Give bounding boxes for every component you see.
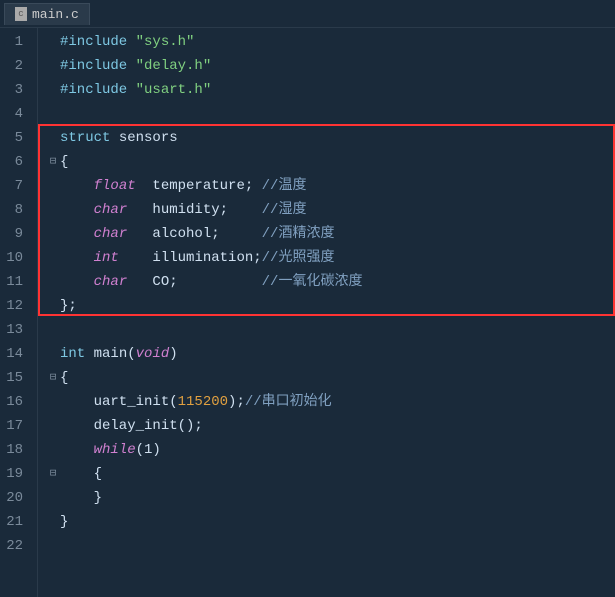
line-number-20: 20 bbox=[0, 486, 29, 510]
code-text-14: int main(void) bbox=[60, 342, 178, 366]
fold-spacer-17 bbox=[46, 419, 60, 433]
code-line-8: char humidity; //湿度 bbox=[46, 198, 615, 222]
code-line-10: int illumination;//光照强度 bbox=[46, 246, 615, 270]
fold-spacer-14 bbox=[46, 347, 60, 361]
fold-spacer-2 bbox=[46, 59, 60, 73]
code-line-19: ⊟ { bbox=[46, 462, 615, 486]
fold-spacer-20 bbox=[46, 491, 60, 505]
code-content: #include "sys.h"#include "delay.h"#inclu… bbox=[38, 28, 615, 597]
tab-main-c[interactable]: c main.c bbox=[4, 3, 90, 25]
line-number-11: 11 bbox=[0, 270, 29, 294]
line-number-2: 2 bbox=[0, 54, 29, 78]
code-line-9: char alcohol; //酒精浓度 bbox=[46, 222, 615, 246]
code-line-11: char CO; //一氧化碳浓度 bbox=[46, 270, 615, 294]
code-text-5: struct sensors bbox=[60, 126, 178, 150]
fold-spacer-22 bbox=[46, 539, 60, 553]
line-number-15: 15 bbox=[0, 366, 29, 390]
code-text-2: #include "delay.h" bbox=[60, 54, 211, 78]
fold-spacer-18 bbox=[46, 443, 60, 457]
code-text-7: float temperature; //温度 bbox=[60, 174, 306, 198]
code-text-11: char CO; //一氧化碳浓度 bbox=[60, 270, 362, 294]
code-area: 12345678910111213141516171819202122 #inc… bbox=[0, 28, 615, 597]
code-line-3: #include "usart.h" bbox=[46, 78, 615, 102]
fold-spacer-12 bbox=[46, 299, 60, 313]
fold-spacer-8 bbox=[46, 203, 60, 217]
code-line-18: while(1) bbox=[46, 438, 615, 462]
editor: c main.c 1234567891011121314151617181920… bbox=[0, 0, 615, 597]
line-number-5: 5 bbox=[0, 126, 29, 150]
code-text-18: while(1) bbox=[60, 438, 161, 462]
code-text-9: char alcohol; //酒精浓度 bbox=[60, 222, 334, 246]
line-number-8: 8 bbox=[0, 198, 29, 222]
code-text-16: uart_init(115200);//串口初始化 bbox=[60, 390, 332, 414]
code-line-1: #include "sys.h" bbox=[46, 30, 615, 54]
fold-spacer-7 bbox=[46, 179, 60, 193]
fold-indicator-15[interactable]: ⊟ bbox=[46, 371, 60, 385]
code-line-14: int main(void) bbox=[46, 342, 615, 366]
fold-spacer-1 bbox=[46, 35, 60, 49]
line-number-19: 19 bbox=[0, 462, 29, 486]
file-icon: c bbox=[15, 7, 27, 21]
line-number-1: 1 bbox=[0, 30, 29, 54]
line-number-14: 14 bbox=[0, 342, 29, 366]
tab-bar: c main.c bbox=[0, 0, 615, 28]
code-text-12: }; bbox=[60, 294, 77, 318]
line-number-21: 21 bbox=[0, 510, 29, 534]
line-number-22: 22 bbox=[0, 534, 29, 558]
fold-spacer-3 bbox=[46, 83, 60, 97]
line-number-10: 10 bbox=[0, 246, 29, 270]
code-text-20: } bbox=[60, 486, 102, 510]
code-text-6: { bbox=[60, 150, 68, 174]
code-text-15: { bbox=[60, 366, 68, 390]
code-text-8: char humidity; //湿度 bbox=[60, 198, 306, 222]
tab-label: main.c bbox=[32, 7, 79, 22]
code-text-3: #include "usart.h" bbox=[60, 78, 211, 102]
code-line-20: } bbox=[46, 486, 615, 510]
line-number-18: 18 bbox=[0, 438, 29, 462]
fold-indicator-6[interactable]: ⊟ bbox=[46, 155, 60, 169]
code-line-6: ⊟{ bbox=[46, 150, 615, 174]
code-text-17: delay_init(); bbox=[60, 414, 203, 438]
line-number-9: 9 bbox=[0, 222, 29, 246]
code-text-10: int illumination;//光照强度 bbox=[60, 246, 334, 270]
fold-spacer-4 bbox=[46, 107, 60, 121]
line-number-13: 13 bbox=[0, 318, 29, 342]
code-line-7: float temperature; //温度 bbox=[46, 174, 615, 198]
fold-spacer-16 bbox=[46, 395, 60, 409]
line-number-4: 4 bbox=[0, 102, 29, 126]
fold-spacer-21 bbox=[46, 515, 60, 529]
line-number-17: 17 bbox=[0, 414, 29, 438]
fold-indicator-19[interactable]: ⊟ bbox=[46, 467, 60, 481]
line-number-6: 6 bbox=[0, 150, 29, 174]
code-line-13 bbox=[46, 318, 615, 342]
line-number-12: 12 bbox=[0, 294, 29, 318]
fold-spacer-13 bbox=[46, 323, 60, 337]
line-number-3: 3 bbox=[0, 78, 29, 102]
code-line-12: }; bbox=[46, 294, 615, 318]
code-text-1: #include "sys.h" bbox=[60, 30, 194, 54]
code-text-19: { bbox=[60, 462, 102, 486]
fold-spacer-11 bbox=[46, 275, 60, 289]
code-line-15: ⊟{ bbox=[46, 366, 615, 390]
fold-spacer-10 bbox=[46, 251, 60, 265]
code-line-4 bbox=[46, 102, 615, 126]
code-line-17: delay_init(); bbox=[46, 414, 615, 438]
code-line-16: uart_init(115200);//串口初始化 bbox=[46, 390, 615, 414]
fold-spacer-9 bbox=[46, 227, 60, 241]
code-line-2: #include "delay.h" bbox=[46, 54, 615, 78]
code-line-22 bbox=[46, 534, 615, 558]
line-numbers: 12345678910111213141516171819202122 bbox=[0, 28, 38, 597]
code-text-21: } bbox=[60, 510, 68, 534]
fold-spacer-5 bbox=[46, 131, 60, 145]
line-number-7: 7 bbox=[0, 174, 29, 198]
line-number-16: 16 bbox=[0, 390, 29, 414]
code-line-5: struct sensors bbox=[46, 126, 615, 150]
code-line-21: } bbox=[46, 510, 615, 534]
